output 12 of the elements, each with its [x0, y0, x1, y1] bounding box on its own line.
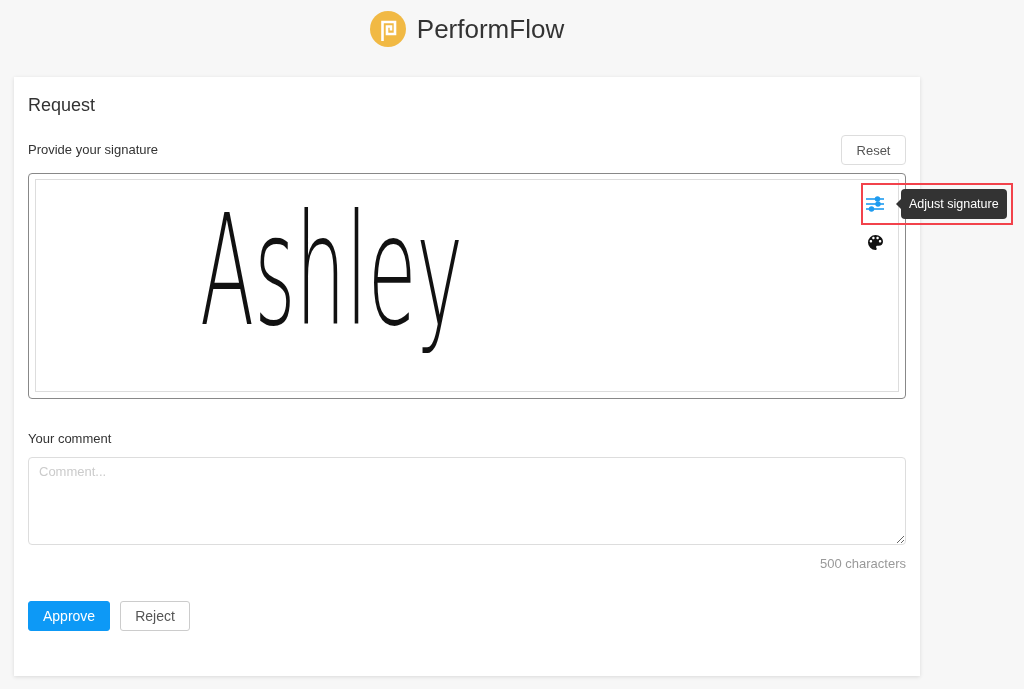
card-title: Request [28, 94, 96, 117]
field-label: Your comment [28, 430, 112, 448]
logo-icon [369, 11, 406, 47]
character-counter: 500 characters [820, 555, 906, 573]
tooltip: Adjust signature [896, 189, 1007, 219]
palette-icon[interactable] [867, 234, 883, 250]
signature-text: Ashley [200, 179, 464, 362]
reset-button[interactable]: Reset [841, 135, 906, 165]
brand-name: PerformFlow [416, 14, 565, 44]
sliders-icon[interactable] [866, 196, 884, 212]
reject-button[interactable]: Reject [120, 601, 190, 631]
field-label: Provide your signature [28, 141, 159, 159]
